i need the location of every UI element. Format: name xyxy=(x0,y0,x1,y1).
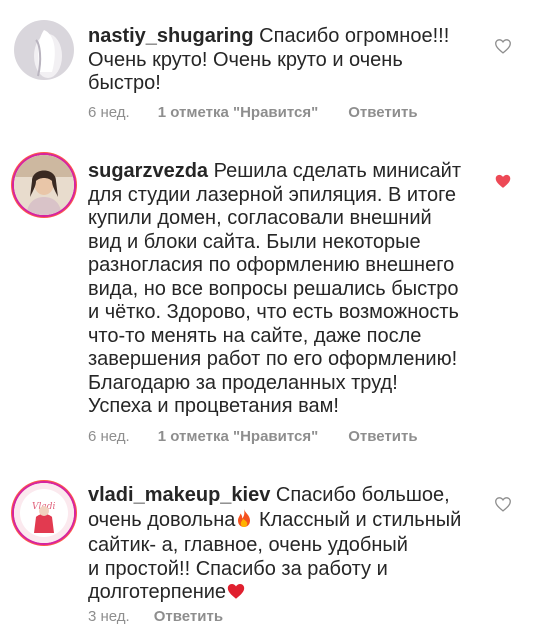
heart-filled-icon xyxy=(495,174,511,188)
heart-outline-icon xyxy=(495,497,511,512)
likes-count-link[interactable]: 1 отметка "Нравится" xyxy=(158,428,319,445)
comment-meta: 3 нед. Ответить xyxy=(88,608,223,625)
comment-line: Благодарю за проделанных труд! xyxy=(88,371,398,394)
likes-count-link[interactable]: 1 отметка "Нравится" xyxy=(158,104,319,121)
comment-line: очень довольна xyxy=(88,508,236,531)
comment-text: vladi_makeup_kiev Спасибо большое, очень… xyxy=(88,484,488,607)
avatar[interactable] xyxy=(14,20,74,80)
comment-line: Спасибо огромное!!! xyxy=(259,25,450,47)
like-heart-icon[interactable] xyxy=(494,173,512,189)
comment-time: 3 нед. xyxy=(88,608,130,625)
reply-button[interactable]: Ответить xyxy=(154,608,223,625)
comment-meta: 6 нед. 1 отметка "Нравится" Ответить xyxy=(88,104,418,121)
comment-username[interactable]: vladi_makeup_kiev xyxy=(88,484,270,506)
comment-meta: 6 нед. 1 отметка "Нравится" Ответить xyxy=(88,428,418,445)
comment-line: Спасибо большое, xyxy=(275,484,450,506)
comment-line: Успеха и процветания вам! xyxy=(88,395,339,417)
comment-line: вид и блоки сайта. Были некоторые xyxy=(88,230,421,253)
comment-time: 6 нед. xyxy=(88,104,130,121)
red-heart-emoji-icon xyxy=(226,582,246,607)
reply-button[interactable]: Ответить xyxy=(348,428,417,445)
comment-line: Решила сделать минисайт xyxy=(213,160,461,182)
comment-line: завершения работ по его оформлению! xyxy=(88,348,458,370)
comment-text: sugarzvezda Решила сделать минисайт для … xyxy=(88,160,488,419)
comment-line: сайтик- а, главное, очень удобный xyxy=(88,534,408,556)
comment-time: 6 нед. xyxy=(88,428,130,445)
comment-line: для студии лазерной эпиляция. В итоге xyxy=(88,183,457,206)
comment-line: и чётко. Здорово, что есть возможность xyxy=(88,301,459,323)
avatar[interactable] xyxy=(14,155,74,215)
comment-line: долготерпение xyxy=(88,581,227,603)
comment-line: быстро! xyxy=(88,72,161,94)
heart-outline-icon xyxy=(495,39,511,54)
fire-emoji-icon xyxy=(235,508,253,535)
reply-button[interactable]: Ответить xyxy=(348,104,417,121)
avatar[interactable]: Vladi xyxy=(14,483,74,543)
comment-line: вида, но все вопросы решались быстро xyxy=(88,277,459,300)
comment-username[interactable]: nastiy_shugaring xyxy=(88,25,254,47)
like-heart-icon[interactable] xyxy=(494,496,512,512)
comment-line: Классный и стильный xyxy=(258,508,462,531)
comment-text: nastiy_shugaring Спасибо огромное!!! Оче… xyxy=(88,25,488,96)
comment-line: купили домен, согласовали внешний xyxy=(88,207,432,229)
comment-line: и простой!! Спасибо за работу и xyxy=(88,557,388,580)
comment-username[interactable]: sugarzvezda xyxy=(88,160,208,182)
comment-line: разногласия по оформлению внешнего xyxy=(88,254,455,276)
comments-list: nastiy_shugaring Спасибо огромное!!! Оче… xyxy=(0,0,540,642)
like-heart-icon[interactable] xyxy=(494,38,512,54)
comment-line: что-то менять на сайте, даже после xyxy=(88,324,422,347)
comment-line: Очень круто! Очень круто и очень xyxy=(88,48,403,71)
